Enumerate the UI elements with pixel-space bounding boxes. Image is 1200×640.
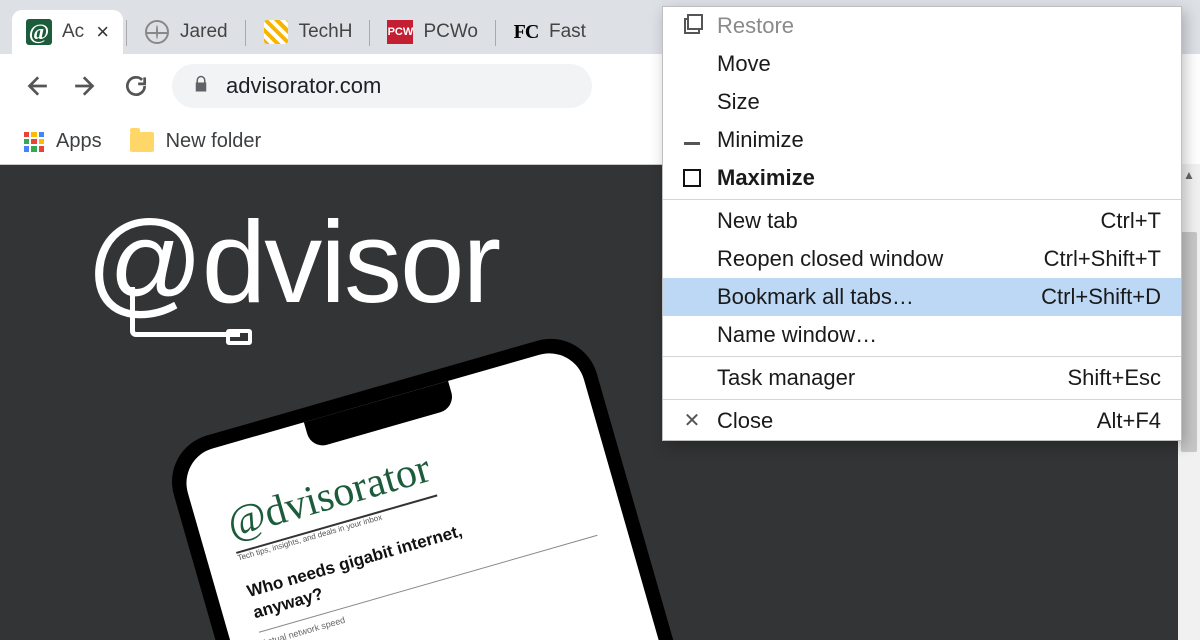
tab-advisorator[interactable]: @ Ac ×: [12, 10, 123, 54]
menu-maximize[interactable]: Maximize: [663, 159, 1181, 197]
menu-close[interactable]: ✕ CloseAlt+F4: [663, 402, 1181, 440]
menu-size[interactable]: Size: [663, 83, 1181, 121]
folder-label: New folder: [166, 130, 262, 153]
favicon-advisorator: @: [26, 19, 52, 45]
menu-new-tab[interactable]: New tabCtrl+T: [663, 202, 1181, 240]
tab-techhive[interactable]: TechH: [249, 10, 367, 54]
folder-icon: [130, 132, 154, 152]
phone-mockup: @dvisorator Tech tips, insights, and dea…: [161, 327, 700, 640]
tab-fastcompany[interactable]: FC Fast: [499, 10, 600, 54]
menu-restore: Restore: [663, 7, 1181, 45]
maximize-icon: [681, 169, 703, 187]
tab-pcworld[interactable]: PCW PCWo: [373, 10, 492, 54]
apps-label: Apps: [56, 130, 102, 153]
menu-bookmark-all-tabs[interactable]: Bookmark all tabs…Ctrl+Shift+D: [663, 278, 1181, 316]
tab-close-icon[interactable]: ×: [96, 19, 109, 45]
apps-shortcut[interactable]: Apps: [24, 130, 102, 153]
site-logo: @dvisor: [86, 195, 499, 331]
tab-label: Fast: [549, 21, 586, 43]
tab-label: Jared: [180, 21, 228, 43]
back-button[interactable]: [22, 72, 50, 100]
titlebar-context-menu: Restore Move Size Minimize Maximize New …: [662, 6, 1182, 441]
scroll-thumb[interactable]: [1181, 232, 1197, 452]
address-bar[interactable]: advisorator.com: [172, 64, 592, 108]
tab-separator: [245, 20, 246, 46]
reload-button[interactable]: [122, 72, 150, 100]
apps-grid-icon: [24, 132, 44, 152]
tab-label: TechH: [299, 21, 353, 43]
tab-separator: [126, 20, 127, 46]
menu-reopen-window[interactable]: Reopen closed windowCtrl+Shift+T: [663, 240, 1181, 278]
tab-jared[interactable]: Jared: [130, 10, 242, 54]
favicon-pcworld-icon: PCW: [387, 19, 413, 45]
close-icon: ✕: [681, 411, 703, 431]
favicon-fastcompany-icon: FC: [513, 19, 539, 45]
tab-separator: [495, 20, 496, 46]
minimize-icon: [681, 136, 703, 145]
url-text: advisorator.com: [226, 73, 381, 99]
tab-separator: [369, 20, 370, 46]
menu-task-manager[interactable]: Task managerShift+Esc: [663, 359, 1181, 397]
lock-icon: [192, 74, 210, 99]
menu-move[interactable]: Move: [663, 45, 1181, 83]
menu-name-window[interactable]: Name window…: [663, 316, 1181, 354]
bookmark-folder[interactable]: New folder: [130, 130, 262, 153]
tab-label: Ac: [62, 21, 84, 43]
favicon-globe-icon: [144, 19, 170, 45]
restore-icon: [681, 18, 703, 34]
tab-label: PCWo: [423, 21, 478, 43]
favicon-techhive-icon: [263, 19, 289, 45]
forward-button[interactable]: [72, 72, 100, 100]
menu-minimize[interactable]: Minimize: [663, 121, 1181, 159]
